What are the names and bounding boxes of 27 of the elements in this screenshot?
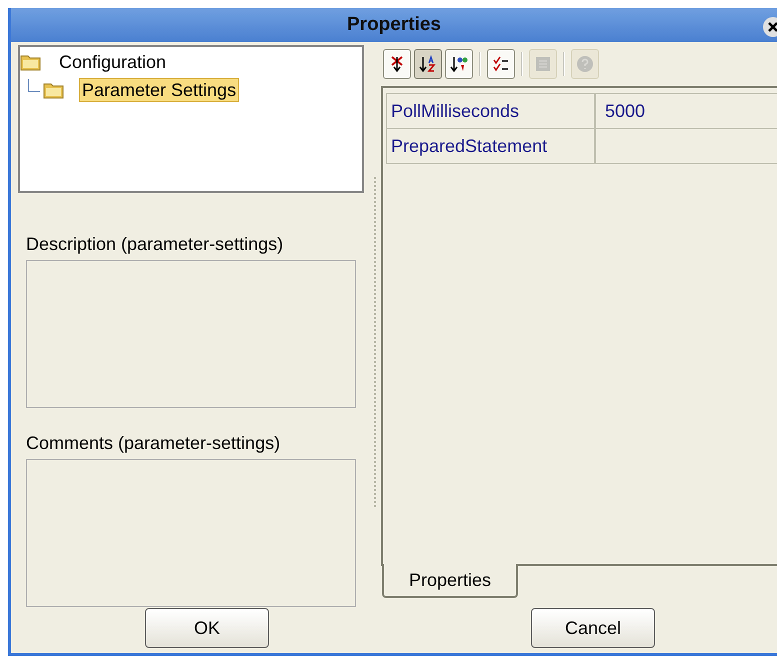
tree-item[interactable]: Parameter Settings [79,78,240,102]
cancel-button[interactable]: Cancel [531,608,655,648]
close-button[interactable] [763,17,777,37]
collapse-icon [389,55,405,74]
ok-button[interactable]: OK [145,608,269,648]
tree-item[interactable]: Configuration [56,50,170,74]
description-label: Description (parameter-settings) [26,233,284,256]
checklist-icon [492,55,510,74]
tab[interactable]: Properties [382,564,518,598]
comments-field[interactable] [26,459,356,608]
toolbar-button[interactable] [445,49,473,80]
sort-az-icon [419,55,437,74]
property-value[interactable]: 5000 [596,94,777,128]
close-icon [768,22,777,32]
sort-icon [450,55,468,74]
window-title: Properties [347,12,441,37]
property-name: PreparedStatement [387,129,596,164]
description-field[interactable] [26,260,356,408]
folder-icon [43,81,65,100]
toolbar-button[interactable] [487,49,515,80]
toolbar-button[interactable] [414,49,442,80]
property-name: PollMilliseconds [387,94,596,128]
toolbar-button[interactable] [383,49,411,80]
folder-icon [20,53,42,72]
grid-icon [534,55,552,74]
comments-label: Comments (parameter-settings) [26,432,282,456]
help-icon [576,55,594,74]
